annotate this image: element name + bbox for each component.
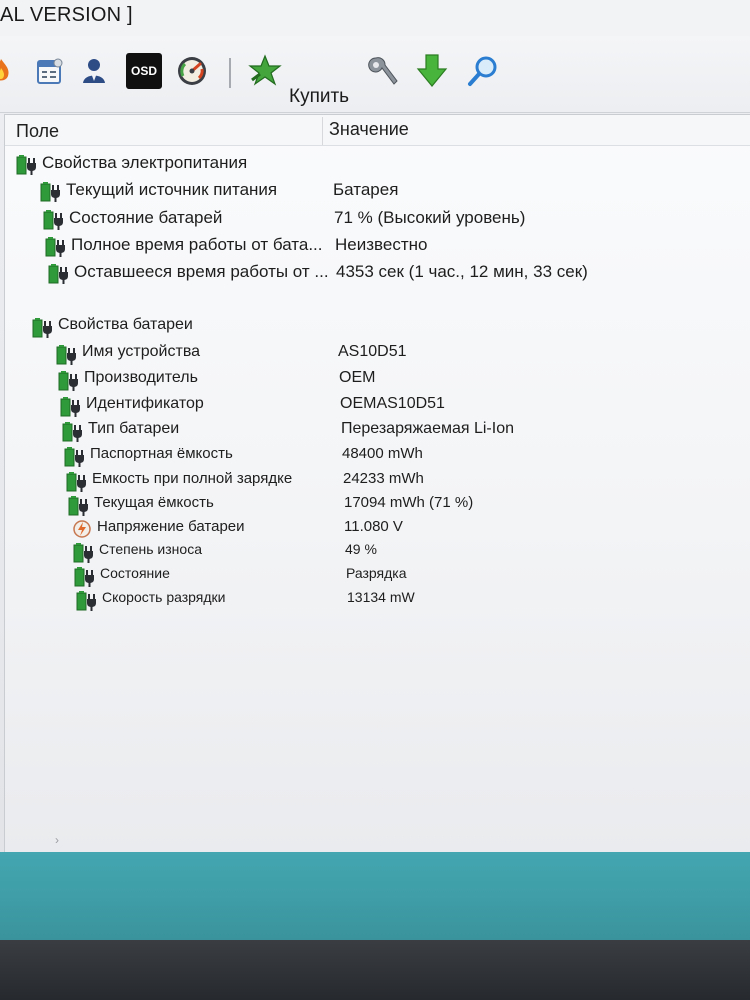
field-name: Скорость разрядки xyxy=(102,589,226,605)
list-item[interactable]: Напряжение батареи 11.080 V xyxy=(5,518,750,542)
field-value: OEM xyxy=(339,369,376,386)
battery-plug-icon xyxy=(74,566,96,588)
list-item[interactable]: Имя устройства AS10D51 xyxy=(5,343,750,367)
buy-star-icon[interactable] xyxy=(248,54,282,88)
list-item[interactable]: Скорость разрядки 13134 mW xyxy=(5,589,750,613)
list-item[interactable]: Текущий источник питания Батарея xyxy=(5,180,750,204)
field-value: AS10D51 xyxy=(338,343,407,360)
field-name: Текущий источник питания xyxy=(66,180,278,199)
field-value: 4353 сек (1 час., 12 мин, 33 сек) xyxy=(336,262,588,281)
osd-icon[interactable]: OSD xyxy=(126,53,162,89)
section-title: Свойства батареи xyxy=(58,316,193,333)
gauge-icon[interactable] xyxy=(175,54,209,88)
list-panel[interactable]: Поле Значение Свойства электропитания Те… xyxy=(4,114,750,853)
field-name: Состояние батарей xyxy=(69,208,223,227)
buy-button[interactable]: Купить xyxy=(289,86,349,108)
chevron-right-icon[interactable]: › xyxy=(55,833,59,847)
list-item[interactable]: Тип батареи Перезаряжаемая Li-Ion xyxy=(5,420,750,444)
battery-plug-icon xyxy=(60,396,82,418)
list-item[interactable]: Оставшееся время работы от ... 4353 сек … xyxy=(5,262,750,286)
desktop-taskbar xyxy=(0,852,750,940)
column-value-header[interactable]: Значение xyxy=(329,119,409,140)
field-value: Разрядка xyxy=(346,565,407,581)
voltage-icon xyxy=(72,519,94,541)
field-name: Оставшееся время работы от ... xyxy=(74,262,329,281)
list-item[interactable]: Производитель OEM xyxy=(5,369,750,393)
list-item[interactable]: Полное время работы от бата... Неизвестн… xyxy=(5,235,750,259)
battery-plug-icon xyxy=(56,344,78,366)
search-icon[interactable] xyxy=(466,54,500,88)
field-value: 13134 mW xyxy=(347,589,415,605)
field-name: Паспортная ёмкость xyxy=(90,445,233,462)
field-value: 11.080 V xyxy=(344,518,403,535)
user-icon[interactable] xyxy=(77,54,111,88)
toolbar-separator xyxy=(229,58,231,88)
field-name: Производитель xyxy=(84,369,198,386)
list-item[interactable]: Идентификатор OEMAS10D51 xyxy=(5,395,750,419)
battery-plug-icon xyxy=(66,471,88,493)
field-name: Идентификатор xyxy=(86,395,204,412)
battery-plug-icon xyxy=(62,421,84,443)
toolbar: OSD Купить xyxy=(0,36,750,113)
field-name: Имя устройства xyxy=(82,343,201,360)
battery-plug-icon xyxy=(32,317,54,339)
battery-plug-icon xyxy=(73,542,95,564)
osd-icon-label: OSD xyxy=(130,64,157,78)
window-title: AL VERSION ] xyxy=(0,4,133,26)
list-item[interactable]: Состояние батарей 71 % (Высокий уровень) xyxy=(5,208,750,232)
column-header: Поле Значение xyxy=(5,115,750,146)
screen: AL VERSION ] OSD Купить Поле Значение Св… xyxy=(0,0,750,1000)
field-value: 17094 mWh (71 %) xyxy=(344,494,474,511)
monitor-bezel xyxy=(0,940,750,1000)
calendar-icon[interactable] xyxy=(33,54,67,88)
list-item[interactable]: Степень износа 49 % xyxy=(5,541,750,565)
column-divider[interactable] xyxy=(322,117,323,145)
download-icon[interactable] xyxy=(415,54,449,88)
field-name: Тип батареи xyxy=(88,420,180,437)
section-battery-properties[interactable]: Свойства батареи xyxy=(5,316,750,340)
battery-plug-icon xyxy=(43,209,65,231)
battery-plug-icon xyxy=(64,446,86,468)
list-item[interactable]: Паспортная ёмкость 48400 mWh xyxy=(5,445,750,469)
field-value: 48400 mWh xyxy=(342,445,423,462)
field-value: 24233 mWh xyxy=(343,470,424,487)
battery-plug-icon xyxy=(16,154,38,176)
battery-plug-icon xyxy=(68,495,90,517)
wrench-icon[interactable] xyxy=(366,54,400,88)
battery-plug-icon xyxy=(45,236,67,258)
field-name: Степень износа xyxy=(99,541,202,557)
field-name: Емкость при полной зарядке xyxy=(92,470,293,487)
list-item[interactable]: Состояние Разрядка xyxy=(5,565,750,589)
field-value: 71 % (Высокий уровень) xyxy=(334,208,526,227)
list-item[interactable]: Текущая ёмкость 17094 mWh (71 %) xyxy=(5,494,750,518)
flame-icon[interactable] xyxy=(0,54,18,88)
field-name: Текущая ёмкость xyxy=(94,494,214,511)
field-value: Неизвестно xyxy=(335,235,428,254)
title-bar: AL VERSION ] xyxy=(0,0,750,37)
field-value: 49 % xyxy=(345,541,377,557)
list-item[interactable]: Емкость при полной зарядке 24233 mWh xyxy=(5,470,750,494)
battery-plug-icon xyxy=(58,370,80,392)
section-power-properties[interactable]: Свойства электропитания xyxy=(5,153,750,177)
column-field-header[interactable]: Поле xyxy=(16,121,59,142)
field-name: Полное время работы от бата... xyxy=(71,235,323,254)
field-name: Состояние xyxy=(100,565,170,581)
field-value: Перезаряжаемая Li-Ion xyxy=(341,420,514,437)
field-name: Напряжение батареи xyxy=(97,518,245,535)
battery-plug-icon xyxy=(40,181,62,203)
field-value: OEMAS10D51 xyxy=(340,395,445,412)
battery-plug-icon xyxy=(76,590,98,612)
field-value: Батарея xyxy=(333,180,399,199)
battery-plug-icon xyxy=(48,263,70,285)
section-title: Свойства электропитания xyxy=(42,153,248,172)
